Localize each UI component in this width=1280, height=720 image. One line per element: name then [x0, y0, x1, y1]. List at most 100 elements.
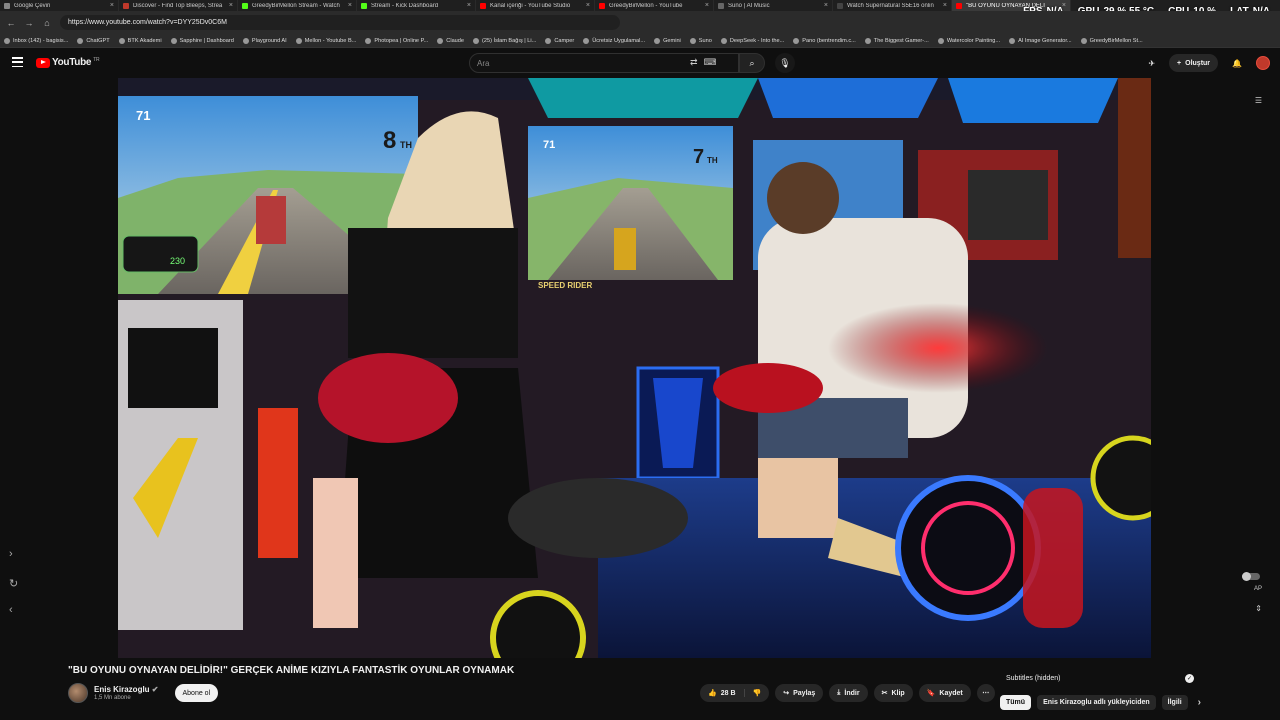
bookmark-item[interactable]: The Biggest Gamer-...: [864, 37, 929, 44]
menu-icon[interactable]: [12, 57, 23, 67]
bookmark-item[interactable]: (25) İslam Bağış | Li...: [473, 37, 536, 44]
bookmark-item[interactable]: DeepSeek - Into the...: [720, 37, 784, 44]
bookmark-favicon-icon: [793, 37, 800, 44]
subscribe-button[interactable]: Abone ol: [174, 684, 219, 702]
bookmark-item[interactable]: ChatGPT: [77, 37, 110, 44]
video-actions: 👍 28 B 👎 ↪ Paylaş ⤓ İndir ✂ Klip 🔖 Kaydet ⋯: [700, 684, 995, 702]
bookmark-item[interactable]: AI Image Generator...: [1009, 37, 1072, 44]
bookmark-item[interactable]: BTK Akademi: [118, 37, 162, 44]
refresh-icon[interactable]: ↻: [9, 577, 18, 590]
bookmark-item[interactable]: Mellon - Youtube B...: [295, 37, 357, 44]
close-icon[interactable]: ×: [824, 2, 828, 9]
autoplay-toggle[interactable]: [1242, 572, 1262, 582]
browser-tab[interactable]: Discover - Find Top Bleeps, Strea ×: [119, 0, 238, 11]
search-icon: ⌕: [749, 57, 755, 68]
browser-tab[interactable]: Google Çeviri ×: [0, 0, 119, 11]
browser-tab[interactable]: Stream - Kick Dashboard ×: [357, 0, 476, 11]
keyboard-icon[interactable]: ⌨: [704, 57, 717, 68]
share-button[interactable]: ↪ Paylaş: [775, 684, 824, 702]
clip-button[interactable]: ✂ Klip: [873, 684, 913, 702]
close-icon[interactable]: ×: [229, 2, 233, 9]
bookmark-item[interactable]: Playground AI: [242, 37, 287, 44]
bookmark-favicon-icon: [545, 37, 552, 44]
back-icon[interactable]: ←: [6, 18, 16, 28]
url-field[interactable]: https://www.youtube.com/watch?v=DYY25Dv0…: [60, 15, 620, 30]
bookmark-label: ChatGPT: [86, 37, 110, 44]
tab-title: Suno | AI Music: [728, 2, 770, 9]
browser-tab[interactable]: Kanal içeriği - YouTube Studio ×: [476, 0, 595, 11]
browser-tab[interactable]: GreedyBirMellon Stream - Watch ×: [238, 0, 357, 11]
tab-title: GreedyBirMellon Stream - Watch: [252, 2, 340, 9]
tab-favicon-icon: [4, 2, 10, 9]
bookmark-item[interactable]: Pano (bentrendim.c...: [793, 37, 856, 44]
channel-avatar[interactable]: [68, 683, 88, 703]
bookmark-favicon-icon: [1009, 37, 1016, 44]
close-icon[interactable]: ×: [586, 2, 590, 9]
microphone-icon: 🎙: [779, 57, 791, 68]
search-button[interactable]: ⌕: [739, 53, 765, 73]
home-icon[interactable]: ⌂: [42, 18, 52, 28]
cast-icon[interactable]: ✈: [1148, 59, 1155, 68]
close-icon[interactable]: ×: [110, 2, 114, 9]
more-options-button[interactable]: ⋯: [976, 684, 995, 702]
bookmark-favicon-icon: [170, 37, 177, 44]
bookmark-favicon-icon: [295, 37, 302, 44]
chip-all[interactable]: Tümü: [1000, 695, 1032, 710]
bookmark-favicon-icon: [242, 37, 249, 44]
dislike-button[interactable]: 👎: [745, 689, 770, 697]
create-button[interactable]: + Oluştur: [1169, 54, 1219, 72]
close-icon[interactable]: ×: [467, 2, 471, 9]
bookmark-item[interactable]: Watercolor Painting...: [937, 37, 1000, 44]
bookmark-favicon-icon: [365, 37, 372, 44]
chip-related[interactable]: İlgili: [1161, 695, 1188, 710]
sidebar-menu-icon[interactable]: ☰: [1255, 96, 1262, 105]
like-button[interactable]: 👍 28 B: [700, 689, 745, 697]
bookmark-favicon-icon: [583, 37, 590, 44]
close-icon[interactable]: ×: [348, 2, 352, 9]
chip-from-uploader[interactable]: Enis Kirazoglu adlı yükleyiciden: [1037, 695, 1156, 710]
bookmark-item[interactable]: Ücretsiz Uygulamal...: [583, 37, 645, 44]
bookmark-favicon-icon: [4, 37, 10, 44]
close-icon[interactable]: ×: [705, 2, 709, 9]
account-avatar[interactable]: [1256, 56, 1270, 70]
youtube-logo[interactable]: YouTube TR: [36, 57, 100, 68]
save-button[interactable]: 🔖 Kaydet: [918, 684, 971, 702]
bookmark-item[interactable]: Claude: [437, 37, 464, 44]
tab-favicon-icon: [956, 2, 962, 9]
notifications-bell-icon[interactable]: 🔔: [1232, 59, 1242, 68]
chevron-left-icon[interactable]: ‹: [9, 604, 13, 616]
video-player[interactable]: 230 8 TH 71 7 TH 71 SPEED RIDER: [118, 78, 1151, 658]
bookmark-favicon-icon: [720, 37, 727, 44]
browser-tab[interactable]: GreedyBirMellon - YouTube ×: [595, 0, 714, 11]
resize-icon[interactable]: ⇕: [1255, 604, 1262, 613]
verified-icon: ✔: [151, 685, 159, 694]
bookmark-item[interactable]: Suno: [689, 37, 712, 44]
bookmarks-bar: Inbox (142) - bagisis... ChatGPT BTK Akade…: [0, 34, 1280, 48]
translate-icon[interactable]: ⇄: [690, 57, 698, 68]
chevron-right-icon[interactable]: ›: [1198, 697, 1201, 708]
bookmark-item[interactable]: Camper: [545, 37, 574, 44]
bookmark-label: Mellon - Youtube B...: [304, 37, 357, 44]
forward-icon[interactable]: →: [24, 18, 34, 28]
cabinet-brand: SPEED RIDER: [538, 281, 592, 290]
bookmark-item[interactable]: Inbox (142) - bagisis...: [4, 37, 68, 44]
bookmark-item[interactable]: GreedyBirMellon St...: [1080, 37, 1143, 44]
close-icon[interactable]: ×: [943, 2, 947, 9]
bookmark-item[interactable]: Sapphire | Dashboard: [170, 37, 234, 44]
check-icon: ✓: [1185, 673, 1194, 683]
subtitles-panel[interactable]: Subtitles (hidden) ✓: [1000, 670, 1200, 686]
bookmark-item[interactable]: Photopea | Online P...: [365, 37, 428, 44]
browser-tab[interactable]: Watch Supernatural S5E16 onlin ×: [833, 0, 952, 11]
ellipsis-icon: ⋯: [982, 690, 990, 697]
bookmark-item[interactable]: Gemini: [654, 37, 681, 44]
search-tools: ⇄ ⌨: [690, 57, 717, 68]
download-button[interactable]: ⤓ İndir: [829, 684, 868, 702]
bookmark-icon: 🔖: [926, 690, 936, 697]
bookmark-label: BTK Akademi: [127, 37, 162, 44]
channel-name[interactable]: Enis Kirazoglu ✔: [94, 685, 159, 694]
bookmark-label: Playground AI: [251, 37, 287, 44]
chevron-right-icon[interactable]: ›: [9, 548, 13, 560]
voice-search-button[interactable]: 🎙: [775, 53, 795, 73]
bookmark-favicon-icon: [654, 37, 661, 44]
browser-tab[interactable]: Suno | AI Music ×: [714, 0, 833, 11]
